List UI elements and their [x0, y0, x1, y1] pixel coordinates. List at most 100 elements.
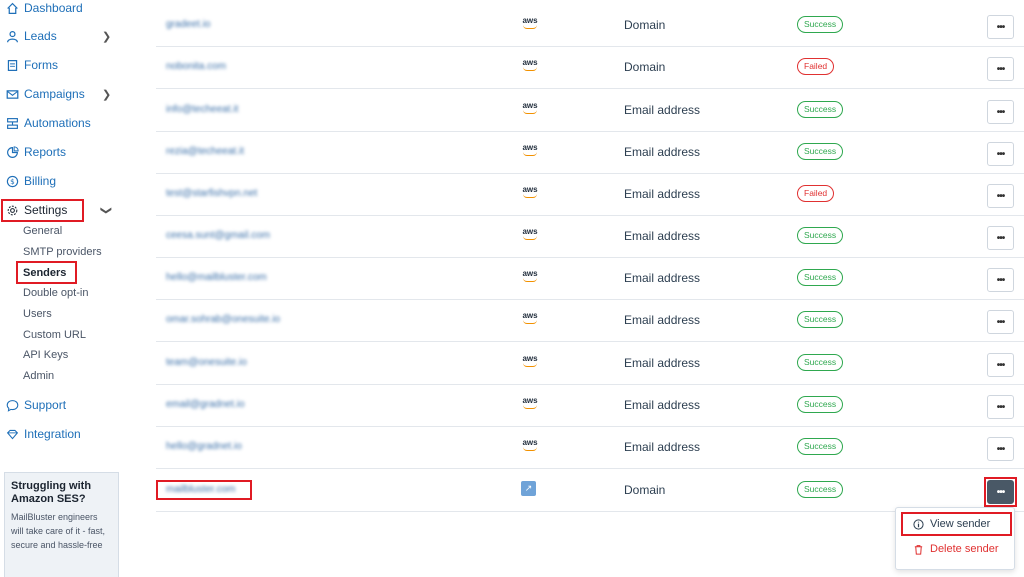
sidebar-item-label: Support	[24, 398, 67, 412]
promo-text: MailBluster engineers will take care of …	[11, 512, 106, 550]
status-badge: Success	[797, 16, 844, 33]
aws-smile-icon	[523, 447, 537, 451]
more-actions-button[interactable]: •••	[987, 353, 1014, 377]
aws-label: aws	[522, 58, 538, 67]
status-badge: Failed	[797, 185, 835, 202]
table-row: hello@gradnet.io aws Email address Success •…	[156, 427, 1024, 469]
promo-title: Struggling with Amazon SES?	[11, 480, 92, 505]
sender-email: omar.sohrab@onesuite.io	[166, 314, 281, 325]
table-row: info@techeeat.it aws Email address Success •…	[156, 90, 1024, 132]
sender-type: Email address	[624, 440, 701, 454]
chevron-down-icon: ❯	[100, 205, 113, 215]
sidebar-item-support[interactable]: Support	[0, 394, 66, 416]
status-badge: Success	[797, 269, 844, 286]
sidebar-item-label: Automations	[24, 116, 91, 130]
sender-email: test@starfishvpn.net	[166, 188, 258, 199]
sender-type: Email address	[624, 313, 701, 327]
dollar-icon: $	[5, 174, 19, 188]
status-badge: Success	[797, 101, 844, 118]
generic-provider-icon: ↗	[521, 481, 539, 497]
delete-sender-menu-item[interactable]: Delete sender	[896, 538, 1016, 560]
sidebar-item-leads[interactable]: Leads ❯	[0, 25, 111, 47]
mail-icon	[5, 87, 19, 101]
more-actions-button[interactable]: •••	[987, 184, 1014, 208]
status-badge: Failed	[797, 58, 835, 75]
more-actions-button[interactable]: •••	[987, 100, 1014, 124]
view-sender-highlight-box	[901, 512, 1012, 536]
sender-email: hello@gradnet.io	[166, 441, 242, 452]
sidebar: Dashboard Leads ❯ Forms Campaigns ❯ Auto…	[0, 0, 126, 577]
settings-sub-admin[interactable]: Admin	[23, 368, 54, 384]
sidebar-item-integration[interactable]: Integration	[0, 423, 81, 445]
aws-smile-icon	[523, 152, 537, 156]
settings-sub-users[interactable]: Users	[23, 306, 52, 322]
more-actions-button[interactable]: •••	[987, 15, 1014, 39]
aws-icon: aws	[521, 101, 539, 117]
sidebar-item-campaigns[interactable]: Campaigns ❯	[0, 83, 111, 105]
more-actions-button[interactable]: •••	[987, 395, 1014, 419]
senders-highlight-box	[16, 261, 77, 284]
aws-smile-icon	[523, 25, 537, 29]
settings-sub-general[interactable]: General	[23, 223, 62, 239]
aws-logo-text: aws	[521, 396, 539, 409]
sidebar-item-reports[interactable]: Reports	[0, 141, 66, 163]
sidebar-item-billing[interactable]: $ Billing	[0, 170, 56, 192]
sender-type: Email address	[624, 187, 701, 201]
sidebar-item-dashboard[interactable]: Dashboard	[0, 0, 83, 19]
more-actions-button[interactable]: •••	[987, 268, 1014, 292]
table-row: omar.sohrab@onesuite.io aws Email address S…	[156, 300, 1024, 342]
aws-smile-icon	[523, 236, 537, 240]
more-actions-button[interactable]: •••	[987, 226, 1014, 250]
aws-icon: aws	[521, 396, 539, 412]
aws-logo-text: aws	[521, 101, 539, 114]
more-actions-button[interactable]: •••	[987, 142, 1014, 166]
table-row: mailbluster.com ↗ Domain Success •••	[156, 470, 1024, 512]
aws-icon: aws	[521, 354, 539, 370]
sidebar-item-label: Reports	[24, 145, 67, 159]
aws-label: aws	[522, 396, 538, 405]
aws-logo-text: aws	[521, 269, 539, 282]
more-actions-button[interactable]: •••	[987, 437, 1014, 461]
status-badge: Success	[797, 438, 844, 455]
integration-icon	[5, 427, 19, 441]
delete-sender-label: Delete sender	[930, 543, 999, 555]
table-row: email@gradnet.io aws Email address Success •…	[156, 385, 1024, 427]
settings-sub-api-keys[interactable]: API Keys	[23, 347, 68, 363]
settings-sub-double-opt-in[interactable]: Double opt-in	[23, 285, 88, 301]
table-row: test@starfishvpn.net aws Email address Fail…	[156, 174, 1024, 216]
sender-type: Email address	[624, 103, 701, 117]
more-actions-button[interactable]: •••	[987, 310, 1014, 334]
aws-label: aws	[522, 16, 538, 25]
sidebar-item-label: Forms	[24, 58, 58, 72]
aws-logo-text: aws	[521, 438, 539, 451]
automation-icon	[5, 116, 19, 130]
svg-text:$: $	[10, 177, 15, 186]
aws-logo-text: aws	[521, 185, 539, 198]
more-actions-button[interactable]: •••	[987, 57, 1014, 81]
sidebar-item-automations[interactable]: Automations	[0, 112, 91, 134]
aws-smile-icon	[523, 194, 537, 198]
sender-type: Email address	[624, 356, 701, 370]
provider-logo-icon: ↗	[521, 481, 536, 496]
settings-highlight-box	[1, 199, 84, 222]
settings-sub-custom-url[interactable]: Custom URL	[23, 327, 86, 343]
promo-card: Struggling with Amazon SES? MailBluster …	[4, 472, 119, 577]
settings-sub-smtp-providers[interactable]: SMTP providers	[23, 244, 102, 260]
aws-icon: aws	[521, 16, 539, 32]
aws-smile-icon	[523, 405, 537, 409]
table-row: ceesa.sunt@gmail.com aws Email address Succ…	[156, 216, 1024, 258]
sidebar-item-label: Dashboard	[24, 1, 83, 15]
aws-smile-icon	[523, 110, 537, 114]
table-row: gradeet.io aws Domain Success •••	[156, 5, 1024, 47]
aws-smile-icon	[523, 320, 537, 324]
status-badge: Success	[797, 481, 844, 498]
sender-type: Email address	[624, 145, 701, 159]
email-highlight-box	[156, 480, 252, 500]
status-badge: Success	[797, 354, 844, 371]
sidebar-item-forms[interactable]: Forms	[0, 54, 58, 76]
table-row: team@onesuite.io aws Email address Success •…	[156, 343, 1024, 385]
sender-email: team@onesuite.io	[166, 357, 247, 368]
aws-smile-icon	[523, 363, 537, 367]
table-row: hello@mailbluster.com aws Email address Suc…	[156, 258, 1024, 300]
aws-label: aws	[522, 227, 538, 236]
